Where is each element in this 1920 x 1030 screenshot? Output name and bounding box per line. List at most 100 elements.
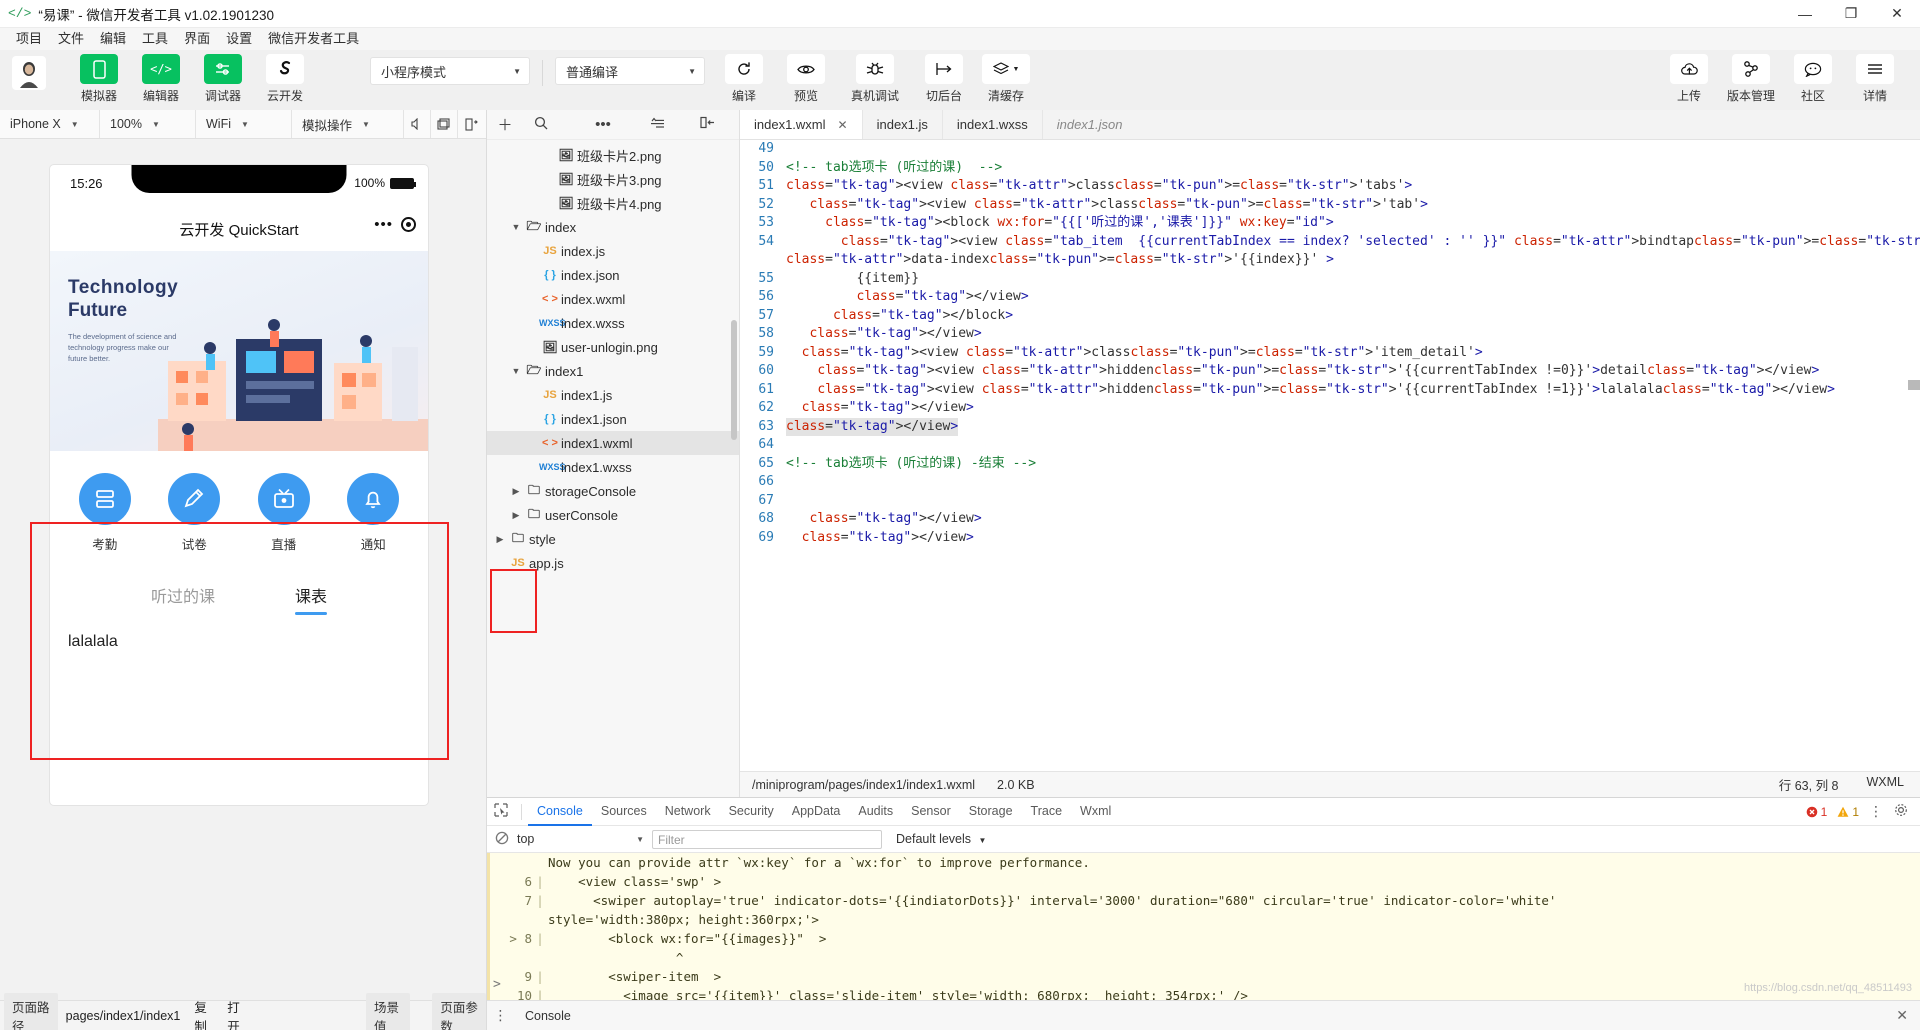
close-button[interactable]: ✕ — [1874, 0, 1920, 28]
devtools-tab-wxml[interactable]: Wxml — [1071, 798, 1120, 826]
tree-item[interactable]: ▸ JS index.js — [487, 239, 739, 263]
chevron-down-icon[interactable]: ▼ — [509, 366, 523, 376]
tree-item[interactable]: ▸🖼user-unlogin.png — [487, 335, 739, 359]
editor-tab[interactable]: index1.js — [863, 110, 943, 139]
rotate-icon[interactable] — [458, 110, 485, 138]
console-context-select[interactable]: top ▼ — [517, 832, 652, 846]
toolbar-background[interactable]: 切后台 — [913, 54, 975, 104]
search-icon[interactable] — [523, 116, 559, 134]
target-icon[interactable] — [401, 217, 416, 232]
tree-item[interactable]: ▶ 🗀 style — [487, 527, 739, 551]
menu-item-tools[interactable]: 工具 — [134, 28, 176, 50]
clear-console-icon[interactable] — [487, 831, 517, 848]
menu-item-edit[interactable]: 编辑 — [92, 28, 134, 50]
toolbar-simulator[interactable]: 模拟器 — [68, 54, 130, 104]
toolbar-editor[interactable]: </> 编辑器 — [130, 54, 192, 104]
tree-item[interactable]: ▸ { } index.json — [487, 263, 739, 287]
chevron-down-icon[interactable]: ▼ — [509, 222, 523, 232]
menu-item-interface[interactable]: 界面 — [176, 28, 218, 50]
kebab-icon[interactable]: ⋮ — [487, 1007, 515, 1024]
panel-collapse-icon[interactable] — [689, 116, 725, 133]
gear-icon[interactable] — [1894, 803, 1908, 820]
chevron-right-icon[interactable]: ▶ — [493, 534, 507, 545]
toolbar-cloud-dev[interactable]: 云开发 — [254, 54, 316, 104]
inspect-icon[interactable] — [487, 803, 515, 820]
tree-item[interactable]: ▸ JS index1.js — [487, 383, 739, 407]
editor-scrollbar[interactable] — [1908, 380, 1920, 390]
tree-item[interactable]: ▸< >index.wxml — [487, 287, 739, 311]
tree-item[interactable]: ▼ 🗁 index — [487, 215, 739, 239]
console-filter-input[interactable]: Filter — [652, 829, 882, 849]
devtools-tab-security[interactable]: Security — [720, 798, 783, 826]
tree-item[interactable]: ▼ 🗁 index1 — [487, 359, 739, 383]
menu-item-project[interactable]: 项目 — [8, 28, 50, 50]
drawer-tab-console[interactable]: Console — [515, 1009, 581, 1023]
tree-item[interactable]: ▸WXSSindex.wxss — [487, 311, 739, 335]
feature-attendance[interactable]: 考勤 — [60, 473, 150, 553]
editor-tab[interactable]: index1.wxss — [943, 110, 1043, 139]
tree-item[interactable]: ▸< >index1.wxml — [487, 431, 739, 455]
devtools-tab-appdata[interactable]: AppData — [783, 798, 850, 826]
kebab-icon[interactable]: ⋮ — [1869, 803, 1884, 820]
toolbar-details[interactable]: 详情 — [1844, 54, 1906, 104]
mode-select[interactable]: 小程序模式 ▼ — [370, 57, 530, 85]
more-icon[interactable]: ••• — [585, 116, 621, 133]
console-levels-select[interactable]: Default levels ▼ — [896, 832, 986, 846]
devtools-tab-console[interactable]: Console — [528, 798, 592, 826]
add-icon[interactable]: ＋ — [487, 114, 523, 135]
screens-icon[interactable] — [431, 110, 458, 138]
tree-item[interactable]: ▸ { } index1.json — [487, 407, 739, 431]
feature-live[interactable]: 直播 — [239, 473, 329, 553]
toolbar-real-device-debug[interactable]: 真机调试 — [837, 54, 913, 104]
menu-item-devtools[interactable]: 微信开发者工具 — [260, 28, 367, 50]
compile-select[interactable]: 普通编译 ▼ — [555, 57, 705, 85]
devtools-tab-sensor[interactable]: Sensor — [902, 798, 960, 826]
error-badge[interactable]: 1 — [1806, 805, 1827, 819]
toolbar-preview[interactable]: 预览 — [775, 54, 837, 104]
devtools-tab-network[interactable]: Network — [656, 798, 720, 826]
devtools-tab-sources[interactable]: Sources — [592, 798, 656, 826]
phone-tab-1[interactable]: 课表 — [295, 583, 328, 615]
code-area[interactable]: 49 50 <!-- tab选项卡 (听过的课) --> 51 class="tk-ta… — [740, 140, 1920, 771]
file-tree[interactable]: ▸🖼班级卡片2.png▸🖼班级卡片3.png▸🖼班级卡片4.png▼🗁index… — [487, 140, 739, 797]
feature-notice[interactable]: 通知 — [329, 473, 419, 553]
warning-badge[interactable]: 1 — [1837, 805, 1859, 819]
tree-item[interactable]: ▸🖼班级卡片3.png — [487, 167, 739, 191]
toolbar-compile[interactable]: 编译 — [713, 54, 775, 104]
toolbar-upload[interactable]: 上传 — [1658, 54, 1720, 104]
network-select[interactable]: WiFi ▼ — [196, 110, 292, 138]
device-select[interactable]: iPhone X ▼ — [0, 110, 100, 138]
console-output[interactable]: Now you can provide attr `wx:key` for a … — [487, 853, 1920, 1000]
chevron-right-icon[interactable]: ▶ — [509, 510, 523, 521]
close-tab-icon[interactable]: ✕ — [838, 118, 848, 132]
phone-tab-0[interactable]: 听过的课 — [151, 583, 215, 615]
volume-icon[interactable] — [404, 110, 431, 138]
more-icon[interactable]: ••• — [374, 217, 393, 232]
toolbar-debugger[interactable]: 调试器 — [192, 54, 254, 104]
toolbar-community[interactable]: 社区 — [1782, 54, 1844, 104]
tree-item[interactable]: ▸🖼班级卡片2.png — [487, 143, 739, 167]
chevron-right-icon[interactable]: ▶ — [509, 486, 523, 497]
devtools-tab-trace[interactable]: Trace — [1022, 798, 1072, 826]
tree-item[interactable]: ▶ 🗀 userConsole — [487, 503, 739, 527]
menu-item-settings[interactable]: 设置 — [218, 28, 260, 50]
tree-item[interactable]: ▸WXSSindex1.wxss — [487, 455, 739, 479]
minimize-button[interactable]: — — [1782, 0, 1828, 28]
feature-paper[interactable]: 试卷 — [150, 473, 240, 553]
editor-tab[interactable]: index1.json — [1043, 110, 1137, 139]
simulate-action-select[interactable]: 模拟操作 ▼ — [292, 110, 404, 138]
user-avatar[interactable] — [12, 56, 46, 90]
toolbar-clear-cache[interactable]: ▼ 清缓存 — [975, 54, 1037, 104]
explorer-scrollbar[interactable] — [731, 320, 737, 440]
copy-path-button[interactable]: 复制 — [194, 997, 213, 1030]
open-path-button[interactable]: 打开 — [227, 997, 246, 1030]
tree-item[interactable]: ▸🖼班级卡片4.png — [487, 191, 739, 215]
editor-tab[interactable]: index1.wxml ✕ — [740, 110, 863, 139]
zoom-select[interactable]: 100% ▼ — [100, 110, 196, 138]
console-prompt[interactable]: > — [493, 975, 501, 994]
collapse-icon[interactable] — [639, 116, 675, 133]
tree-item[interactable]: ▶ 🗀 storageConsole — [487, 479, 739, 503]
devtools-tab-audits[interactable]: Audits — [849, 798, 902, 826]
devtools-tab-storage[interactable]: Storage — [960, 798, 1022, 826]
toolbar-version-control[interactable]: 版本管理 — [1720, 54, 1782, 104]
